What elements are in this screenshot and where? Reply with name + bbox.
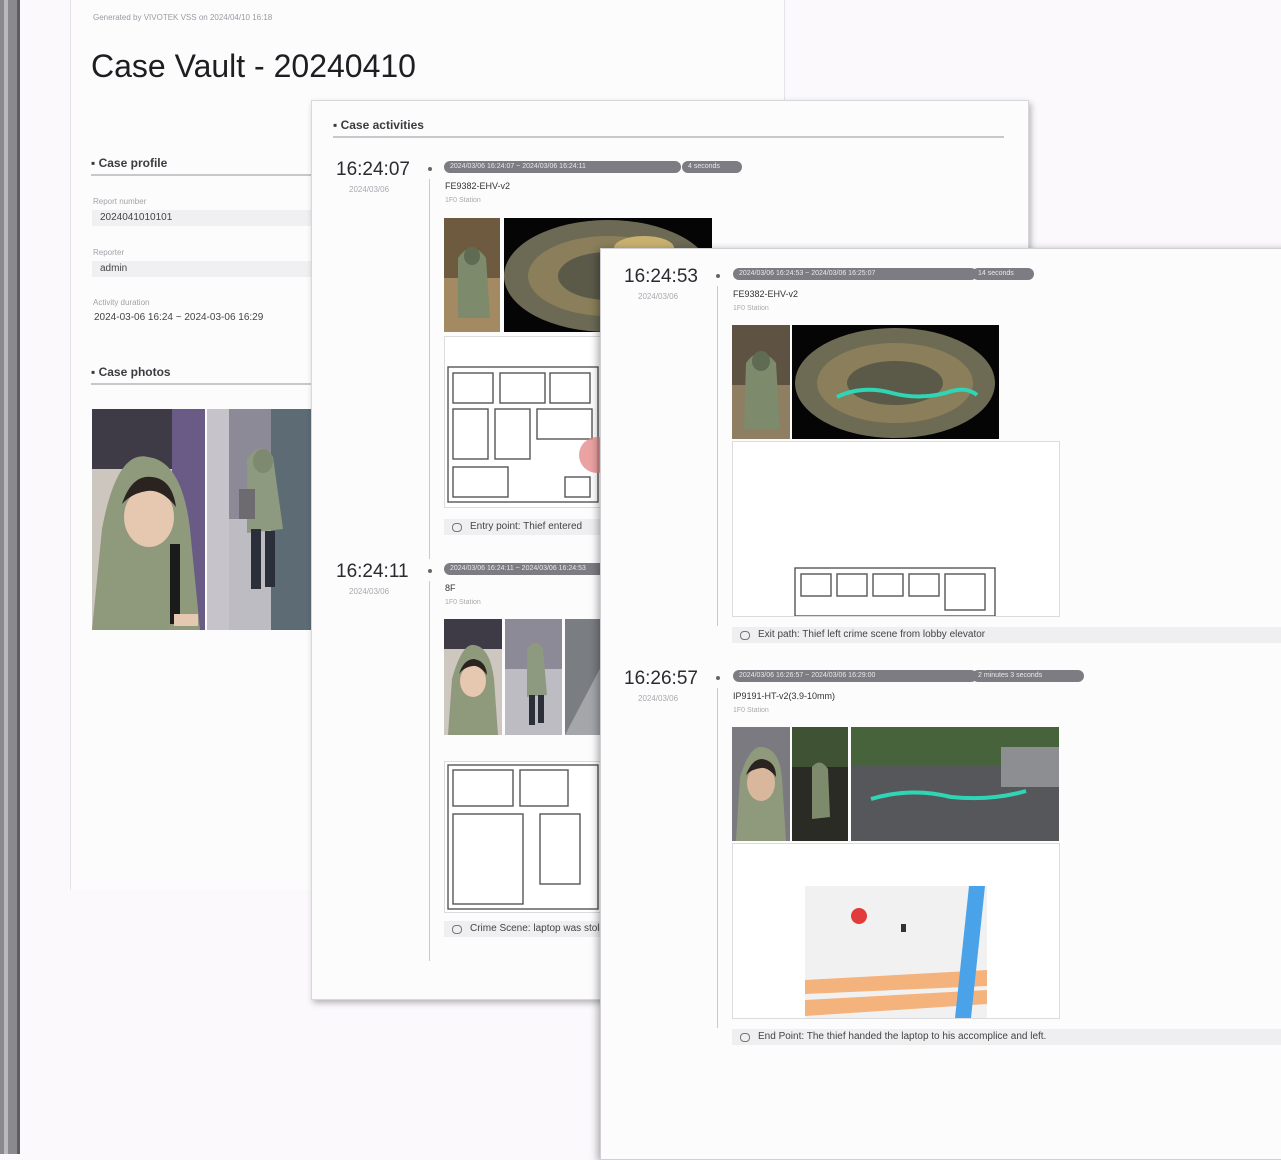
snapshot-night	[792, 727, 848, 841]
snapshot-street-track	[851, 727, 1059, 841]
report-page-activities-continued: 16:24:53 2024/03/06 2024/03/06 16:24:53 …	[600, 248, 1281, 1160]
camera-name: FE9382-EHV-v2	[733, 289, 799, 299]
bullet-icon: ▪	[91, 156, 99, 170]
station-name: 1F0 Station	[733, 707, 769, 714]
activity-date: 2024/03/06	[349, 185, 390, 194]
time-range-pill: 2024/03/06 16:26:57 ~ 2024/03/06 16:29:0…	[733, 670, 977, 682]
case-photo-face	[92, 409, 205, 630]
camera-name: 8F	[445, 583, 456, 593]
snapshot-person	[732, 325, 790, 439]
case-photo-walking	[207, 409, 311, 630]
activity-date: 2024/03/06	[638, 292, 679, 301]
timeline-dot	[716, 274, 720, 278]
comment-icon	[452, 523, 462, 532]
section-case-profile: ▪ Case profile	[91, 156, 317, 176]
snapshot-face	[444, 619, 502, 735]
timeline-line	[429, 179, 430, 559]
duration-pill: 4 seconds	[682, 161, 742, 173]
snapshot-fisheye-track	[792, 325, 999, 439]
floor-plan-map	[444, 761, 606, 913]
floor-plan-map	[732, 441, 1060, 617]
comment-icon	[740, 1033, 750, 1042]
camera-name: IP9191-HT-v2(3.9-10mm)	[733, 691, 836, 701]
duration-pill: 2 minutes 3 seconds	[972, 670, 1084, 682]
duration-label: Activity duration	[93, 298, 150, 307]
section-case-activities: ▪ Case activities	[333, 118, 1004, 138]
activity-note: Entry point: Thief entered	[444, 519, 614, 535]
timeline-dot	[716, 676, 720, 680]
activity-time: 16:26:57	[624, 668, 698, 689]
page-title: Case Vault - 20240410	[91, 48, 416, 84]
snapshot-person	[444, 218, 500, 332]
activity-time: 16:24:11	[336, 561, 409, 582]
activity-time: 16:24:07	[336, 159, 410, 180]
reporter-value: admin	[92, 261, 317, 277]
activity-time: 16:24:53	[624, 266, 698, 287]
map-pin-icon	[851, 908, 867, 924]
time-range-pill: 2024/03/06 16:24:53 ~ 2024/03/06 16:25:0…	[733, 268, 977, 280]
snapshot-walking	[505, 619, 562, 735]
station-name: 1F0 Station	[445, 197, 481, 204]
reporter-label: Reporter	[93, 248, 125, 257]
generated-line: Generated by VIVOTEK VSS on 2024/04/10 1…	[93, 13, 273, 22]
timeline-dot	[428, 569, 432, 573]
snapshot-face-phone	[732, 727, 790, 841]
section-case-photos: ▪ Case photos	[91, 365, 317, 385]
bullet-icon: ▪	[91, 365, 99, 379]
activity-note: Exit path: Thief left crime scene from l…	[732, 627, 1281, 643]
station-name: 1F0 Station	[445, 599, 481, 606]
activity-note: End Point: The thief handed the laptop t…	[732, 1029, 1281, 1045]
timeline-line	[429, 581, 430, 961]
comment-icon	[740, 631, 750, 640]
activity-date: 2024/03/06	[638, 694, 679, 703]
timeline-line	[717, 286, 718, 626]
snapshot-corridor	[565, 619, 605, 735]
activity-date: 2024/03/06	[349, 587, 390, 596]
time-range-pill: 2024/03/06 16:24:07 ~ 2024/03/06 16:24:1…	[444, 161, 681, 173]
report-number-value: 2024041010101	[92, 210, 317, 226]
comment-icon	[452, 925, 462, 934]
floor-plan-map	[444, 336, 606, 508]
report-number-label: Report number	[93, 197, 147, 206]
bullet-icon: ▪	[333, 118, 341, 132]
duration-pill: 14 seconds	[972, 268, 1034, 280]
window-frame-left	[0, 0, 20, 1154]
street-map	[732, 843, 1060, 1019]
timeline-line	[717, 688, 718, 1028]
timeline-dot	[428, 167, 432, 171]
station-name: 1F0 Station	[733, 305, 769, 312]
activity-note: Crime Scene: laptop was stolen	[444, 921, 614, 937]
duration-value: 2024-03-06 16:24 ~ 2024-03-06 16:29	[94, 312, 264, 323]
camera-name: FE9382-EHV-v2	[445, 181, 511, 191]
